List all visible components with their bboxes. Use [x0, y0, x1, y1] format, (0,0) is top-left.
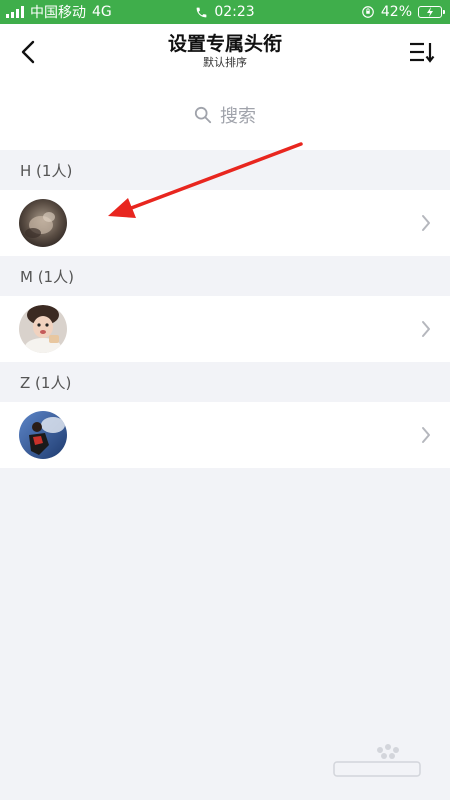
avatar — [19, 305, 67, 353]
battery-percent: 42% — [380, 4, 412, 20]
nav-title-group: 设置专属头衔 默认排序 — [0, 32, 450, 70]
section-header-z: Z (1人) — [0, 362, 450, 402]
status-bar: 中国移动 4G 02:23 42% — [0, 0, 450, 24]
contact-row[interactable] — [0, 190, 450, 256]
search-icon — [194, 106, 212, 124]
section-header-m: M (1人) — [0, 256, 450, 296]
search-area: 搜索 — [0, 80, 450, 150]
contact-row[interactable] — [0, 296, 450, 362]
avatar — [19, 199, 67, 247]
orientation-lock-icon — [362, 6, 374, 18]
page-subtitle: 默认排序 — [203, 56, 247, 69]
search-input[interactable]: 搜索 — [0, 100, 450, 130]
watermark-logo-icon — [333, 744, 421, 777]
avatar — [19, 411, 67, 459]
phone-call-icon — [196, 7, 207, 17]
contact-row[interactable] — [0, 402, 450, 468]
chevron-right-icon — [422, 427, 430, 443]
page-title: 设置专属头衔 — [167, 33, 282, 55]
sort-list-icon — [410, 42, 435, 63]
status-right: 42% — [361, 0, 445, 24]
clock-time: 02:23 — [214, 4, 255, 20]
sort-button[interactable] — [406, 36, 438, 68]
search-placeholder: 搜索 — [220, 106, 256, 127]
chevron-right-icon — [422, 321, 430, 337]
battery-charging-icon — [418, 6, 445, 18]
chevron-right-icon — [422, 215, 430, 231]
nav-bar: 设置专属头衔 默认排序 — [0, 24, 450, 80]
section-header-h: H (1人) — [0, 150, 450, 190]
